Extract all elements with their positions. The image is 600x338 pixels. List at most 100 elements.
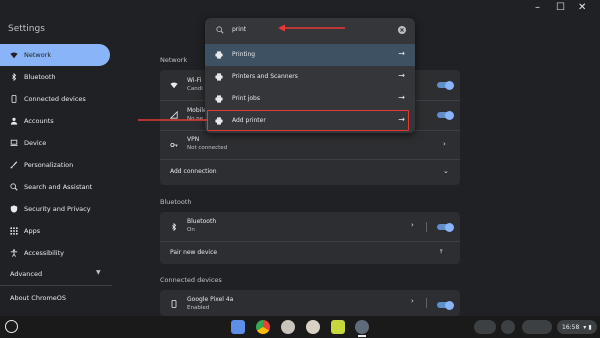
result-label: Printing bbox=[232, 51, 256, 58]
sidebar-item-label: Device bbox=[24, 139, 47, 147]
key-icon bbox=[170, 143, 178, 147]
brush-icon bbox=[10, 161, 18, 169]
search-bar[interactable]: print bbox=[205, 18, 415, 42]
sidebar-item-label: Connected devices bbox=[24, 95, 86, 103]
bluetooth-card: Bluetooth On › Pair new device ⫯ bbox=[160, 212, 460, 264]
bluetooth-heading: Bluetooth bbox=[160, 198, 192, 206]
status-area[interactable]: 16:58 ▾ ▮ bbox=[557, 320, 597, 334]
tray-toggle[interactable] bbox=[474, 320, 496, 334]
tray-item[interactable] bbox=[522, 320, 552, 334]
sidebar-item-label: Bluetooth bbox=[24, 73, 56, 81]
vertical-divider bbox=[426, 298, 427, 308]
wifi-toggle[interactable] bbox=[437, 80, 454, 90]
app-icon[interactable] bbox=[306, 320, 320, 334]
bluetooth-row[interactable]: Bluetooth On › bbox=[160, 212, 460, 241]
search-input[interactable]: print bbox=[232, 26, 246, 33]
sidebar-divider bbox=[0, 285, 112, 286]
about-label: About ChromeOS bbox=[10, 294, 67, 302]
chevron-right-icon: › bbox=[411, 221, 414, 229]
search-icon bbox=[10, 183, 18, 191]
connected-devices-card: Google Pixel 4a Enabled › bbox=[160, 290, 460, 316]
sidebar-item-security-and-privacy[interactable]: Security and Privacy bbox=[0, 198, 110, 220]
mobile-status: No ne bbox=[187, 116, 204, 122]
app-icon[interactable] bbox=[331, 320, 345, 334]
chevron-right-icon: › bbox=[443, 140, 446, 148]
sidebar-item-network[interactable]: Network bbox=[0, 44, 110, 66]
sidebar-item-label: Personalization bbox=[24, 161, 74, 169]
laptop-icon bbox=[10, 139, 18, 146]
sidebar-item-apps[interactable]: Apps bbox=[0, 220, 110, 242]
caret-down-icon[interactable]: ▼ bbox=[96, 269, 101, 276]
shield-icon bbox=[10, 205, 18, 213]
launcher-icon[interactable] bbox=[5, 320, 18, 333]
sidebar-item-accounts[interactable]: Accounts bbox=[0, 110, 110, 132]
sidebar-item-personalization[interactable]: Personalization bbox=[0, 154, 110, 176]
sidebar-item-connected-devices[interactable]: Connected devices bbox=[0, 88, 110, 110]
sidebar-item-about[interactable]: About ChromeOS bbox=[0, 287, 110, 309]
sidebar-item-accessibility[interactable]: Accessibility bbox=[0, 242, 110, 264]
maximize-icon[interactable]: ☐ bbox=[556, 2, 565, 14]
clear-search-icon[interactable] bbox=[398, 26, 406, 34]
wifi-icon bbox=[170, 82, 178, 89]
add-connection-label: Add connection bbox=[170, 168, 217, 175]
close-window-icon[interactable]: ✕ bbox=[578, 2, 586, 14]
pair-device-row[interactable]: Pair new device ⫯ bbox=[160, 242, 460, 264]
mobile-toggle[interactable] bbox=[437, 110, 454, 120]
arrow-right-icon: → bbox=[398, 93, 405, 102]
wifi-status: Candi bbox=[187, 86, 203, 92]
sidebar-item-label: Accounts bbox=[24, 117, 54, 125]
sidebar-item-bluetooth[interactable]: Bluetooth bbox=[0, 66, 110, 88]
printer-icon bbox=[215, 51, 223, 59]
sidebar-item-label: Search and Assistant bbox=[24, 183, 93, 191]
add-connection-row[interactable]: Add connection ⌄ bbox=[160, 160, 460, 184]
vertical-divider bbox=[426, 222, 427, 232]
network-heading: Network bbox=[160, 56, 188, 64]
result-label: Printers and Scanners bbox=[232, 73, 298, 80]
vpn-row[interactable]: VPN Not connected › bbox=[160, 131, 460, 159]
result-label: Print jobs bbox=[232, 95, 260, 102]
clock-time: 16:58 bbox=[562, 323, 580, 331]
sidebar-item-label: Network bbox=[24, 51, 52, 59]
minimize-icon[interactable]: – bbox=[535, 2, 540, 14]
phone-icon bbox=[11, 95, 17, 103]
wifi-label: Wi-Fi bbox=[187, 77, 202, 84]
pixel-label: Google Pixel 4a bbox=[187, 296, 234, 303]
person-icon bbox=[10, 117, 18, 125]
arrow-right-icon: → bbox=[398, 71, 405, 80]
search-result-print-jobs[interactable]: Print jobs → bbox=[205, 88, 415, 110]
mobile-label: Mobile bbox=[187, 107, 207, 114]
search-result-printers-and-scanners[interactable]: Printers and Scanners → bbox=[205, 66, 415, 88]
phone-hub-icon[interactable] bbox=[501, 320, 515, 334]
chrome-app-icon[interactable] bbox=[256, 320, 270, 334]
bluetooth-icon bbox=[12, 73, 17, 81]
app-icon[interactable] bbox=[281, 320, 295, 334]
chevron-right-icon: › bbox=[411, 297, 414, 305]
search-icon bbox=[216, 26, 224, 34]
phone-icon bbox=[171, 300, 177, 308]
bluetooth-icon bbox=[172, 223, 177, 231]
sidebar-item-label: Security and Privacy bbox=[24, 205, 91, 213]
files-app-icon[interactable] bbox=[231, 320, 245, 334]
bluetooth-status: On bbox=[187, 227, 195, 233]
connected-devices-heading: Connected devices bbox=[160, 276, 222, 284]
wifi-status-icon: ▾ bbox=[583, 323, 587, 331]
sidebar-item-label: Accessibility bbox=[24, 249, 64, 257]
wifi-icon bbox=[10, 52, 18, 59]
pixel-toggle[interactable] bbox=[437, 300, 454, 310]
vpn-status: Not connected bbox=[187, 145, 228, 151]
battery-icon: ▮ bbox=[588, 323, 592, 331]
sidebar-item-device[interactable]: Device bbox=[0, 132, 110, 154]
signal-icon bbox=[170, 111, 178, 119]
pixel-row[interactable]: Google Pixel 4a Enabled › bbox=[160, 290, 460, 316]
chevron-down-icon: ⌄ bbox=[443, 167, 449, 175]
shelf: 16:58 ▾ ▮ bbox=[0, 316, 600, 338]
settings-window: – ☐ ✕ Settings Network Bluetooth Connect… bbox=[0, 0, 600, 316]
sidebar-advanced[interactable]: Advanced bbox=[0, 263, 110, 285]
arrow-right-icon: → bbox=[398, 49, 405, 58]
bluetooth-toggle[interactable] bbox=[437, 222, 454, 232]
sidebar-item-search-and-assistant[interactable]: Search and Assistant bbox=[0, 176, 110, 198]
search-result-printing[interactable]: Printing → bbox=[205, 44, 415, 66]
settings-app-icon[interactable] bbox=[355, 320, 369, 334]
bluetooth-label: Bluetooth bbox=[187, 218, 217, 225]
pair-device-label: Pair new device bbox=[170, 249, 218, 256]
